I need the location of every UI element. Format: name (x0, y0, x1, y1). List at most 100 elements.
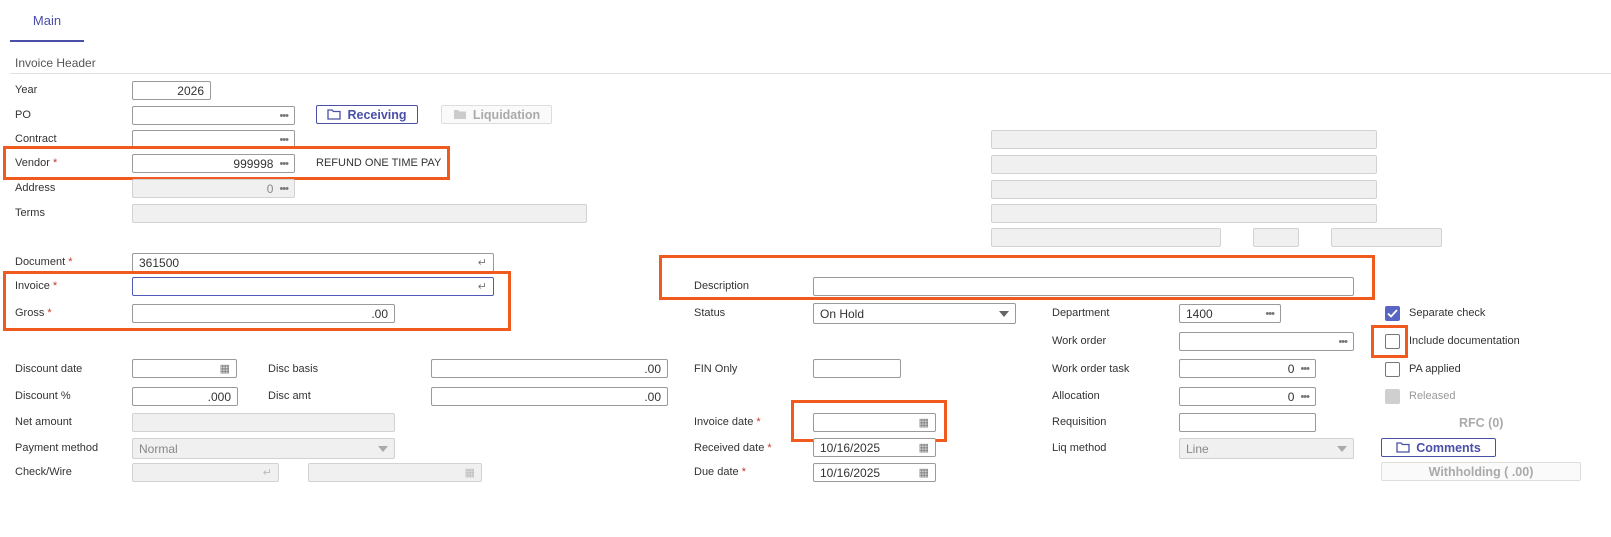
vendor-city (991, 228, 1221, 247)
checkmark-icon (1387, 309, 1398, 318)
enter-icon: ↵ (262, 467, 272, 479)
lookup-icon[interactable]: ••• (1338, 336, 1348, 348)
calendar-icon[interactable]: ▦ (220, 362, 230, 375)
lookup-icon[interactable]: ••• (1300, 391, 1310, 403)
chevron-down-icon (378, 445, 388, 452)
include-documentation-checkbox[interactable] (1385, 334, 1400, 349)
address-label: Address (15, 182, 56, 194)
discount-date-input[interactable]: ▦ (132, 359, 237, 378)
calendar-icon[interactable]: ▦ (919, 416, 929, 429)
lookup-icon[interactable]: ••• (279, 158, 289, 170)
disc-basis-input[interactable]: .00 (431, 359, 668, 378)
check-wire-label: Check/Wire (15, 466, 72, 478)
contract-label: Contract (15, 133, 57, 145)
requisition-label: Requisition (1052, 416, 1107, 428)
status-select[interactable]: On Hold (813, 303, 1016, 324)
check-wire-input: ↵ (132, 463, 279, 482)
work-order-task-input[interactable]: 0 ••• (1179, 359, 1316, 378)
document-input[interactable]: 361500 ↵ (132, 253, 494, 272)
lookup-icon: ••• (279, 182, 289, 195)
lookup-icon[interactable]: ••• (1300, 363, 1310, 375)
gross-label: Gross * (15, 307, 52, 319)
vendor-label: Vendor * (15, 157, 58, 169)
disc-basis-label: Disc basis (268, 363, 319, 375)
disc-amt-label: Disc amt (268, 390, 311, 402)
pa-applied-checkbox[interactable] (1385, 362, 1400, 377)
folder-icon (327, 109, 342, 120)
invoice-date-label: Invoice date * (694, 416, 761, 428)
address-input[interactable]: 0 ••• (132, 179, 295, 198)
vendor-zip (1331, 228, 1442, 247)
invoice-label: Invoice * (15, 280, 58, 292)
separate-check-checkbox[interactable] (1385, 306, 1400, 321)
vendor-address-line-1 (991, 130, 1377, 149)
rfc-label: RFC (0) (1459, 416, 1504, 430)
gross-input[interactable]: .00 (132, 304, 395, 323)
enter-icon: ↵ (477, 257, 487, 269)
po-input[interactable]: ••• (132, 106, 295, 125)
section-divider (10, 73, 1611, 74)
released-label: Released (1409, 390, 1456, 402)
vendor-address-line-4 (991, 204, 1377, 223)
comments-button[interactable]: Comments (1381, 438, 1496, 457)
description-label: Description (694, 280, 750, 292)
released-checkbox (1385, 389, 1400, 404)
disc-amt-input[interactable]: .00 (431, 387, 668, 406)
document-label: Document * (15, 256, 73, 268)
include-documentation-label: Include documentation (1409, 335, 1520, 347)
liquidation-button[interactable]: Liquidation (441, 105, 552, 124)
po-label: PO (15, 109, 31, 121)
allocation-label: Allocation (1052, 390, 1100, 402)
lookup-icon[interactable]: ••• (279, 110, 289, 122)
pa-applied-label: PA applied (1409, 363, 1461, 375)
status-label: Status (694, 307, 726, 319)
vendor-name: REFUND ONE TIME PAY (316, 157, 442, 169)
description-input[interactable] (813, 277, 1354, 296)
liq-method-label: Liq method (1052, 442, 1107, 454)
terms-input[interactable] (132, 204, 587, 223)
work-order-label: Work order (1052, 335, 1107, 347)
chevron-down-icon (1337, 445, 1347, 452)
requisition-input[interactable] (1179, 413, 1316, 432)
vendor-state (1253, 228, 1299, 247)
chevron-down-icon (999, 310, 1009, 317)
tab-main[interactable]: Main (10, 0, 84, 42)
calendar-icon[interactable]: ▦ (919, 466, 929, 479)
contract-input[interactable]: ••• (132, 130, 295, 149)
allocation-input[interactable]: 0 ••• (1179, 387, 1316, 406)
folder-icon (1396, 442, 1410, 453)
invoice-input[interactable]: ↵ (132, 277, 494, 296)
fin-only-label: FIN Only (694, 363, 738, 375)
department-input[interactable]: 1400 ••• (1179, 304, 1281, 323)
received-date-label: Received date * (694, 442, 772, 454)
vendor-address-line-3 (991, 180, 1377, 199)
work-order-task-label: Work order task (1052, 363, 1130, 375)
withholding-button[interactable]: Withholding ( .00) (1381, 462, 1581, 481)
year-input[interactable]: 2026 (132, 81, 211, 100)
discount-pct-label: Discount % (15, 390, 71, 402)
liq-method-select: Line (1179, 438, 1354, 459)
section-title: Invoice Header (15, 56, 96, 70)
receiving-button[interactable]: Receiving (316, 105, 418, 124)
due-date-label: Due date * (694, 466, 746, 478)
year-label: Year (15, 84, 38, 96)
due-date-input[interactable]: 10/16/2025 ▦ (813, 463, 936, 482)
received-date-input[interactable]: 10/16/2025 ▦ (813, 438, 936, 457)
lookup-icon[interactable]: ••• (279, 134, 289, 146)
net-amount-input (132, 413, 395, 432)
folder-icon (453, 110, 466, 119)
payment-method-label: Payment method (15, 442, 99, 454)
discount-date-label: Discount date (15, 363, 83, 375)
lookup-icon[interactable]: ••• (1265, 308, 1275, 320)
invoice-date-input[interactable]: ▦ (813, 413, 936, 432)
payment-method-select: Normal (132, 438, 395, 459)
department-label: Department (1052, 307, 1110, 319)
fin-only-input[interactable] (813, 359, 901, 378)
calendar-icon: ▦ (464, 467, 475, 479)
check-date-input: ▦ (308, 463, 482, 482)
vendor-input[interactable]: 999998 ••• (132, 154, 295, 173)
calendar-icon[interactable]: ▦ (919, 441, 929, 454)
discount-pct-input[interactable]: .000 (132, 387, 238, 406)
work-order-input[interactable]: ••• (1179, 332, 1354, 351)
separate-check-label: Separate check (1409, 307, 1486, 319)
